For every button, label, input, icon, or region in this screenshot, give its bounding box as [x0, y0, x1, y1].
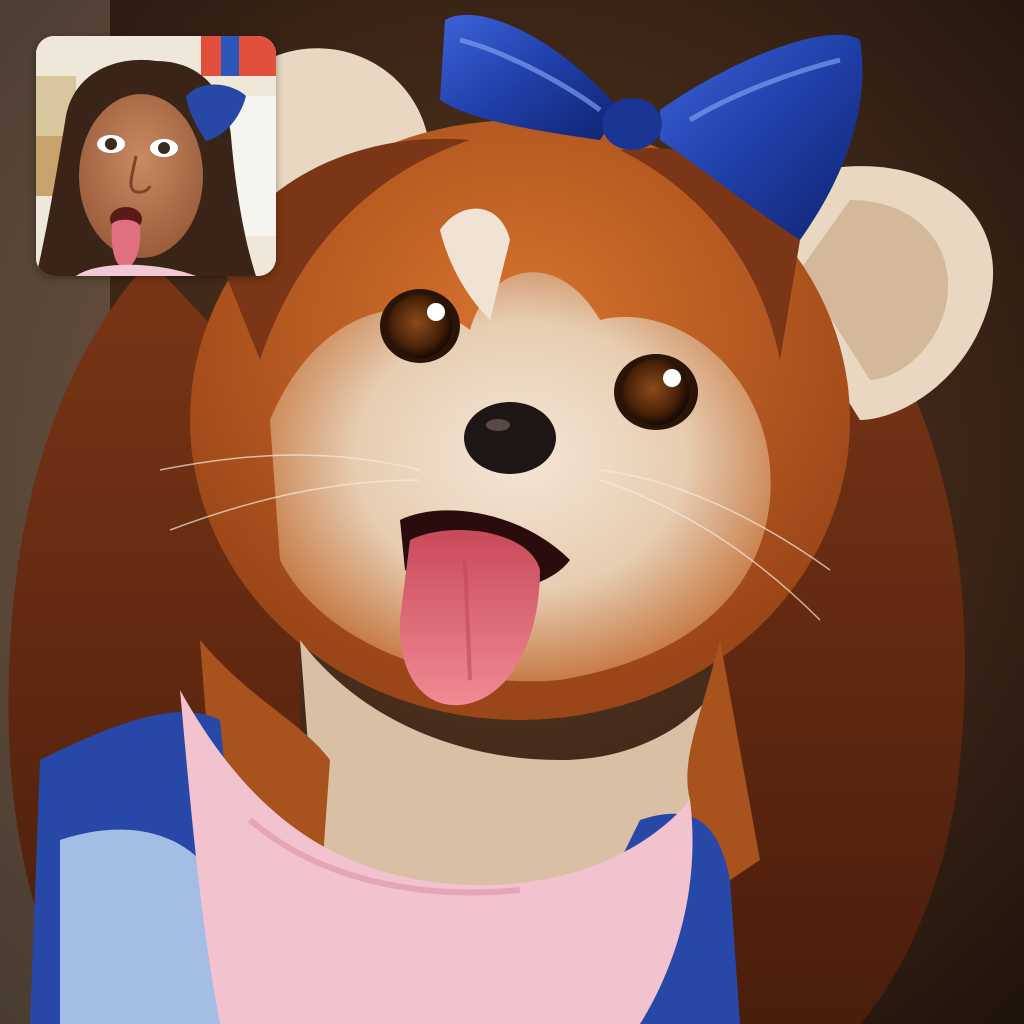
self-view-pip[interactable]: [36, 36, 276, 276]
person-face: [79, 94, 203, 258]
dog-right-eye: [614, 354, 698, 430]
video-call-screen: [0, 0, 1024, 1024]
dog-left-eye: [380, 289, 460, 363]
self-camera-video: [36, 36, 276, 276]
dog-nose: [464, 402, 556, 474]
